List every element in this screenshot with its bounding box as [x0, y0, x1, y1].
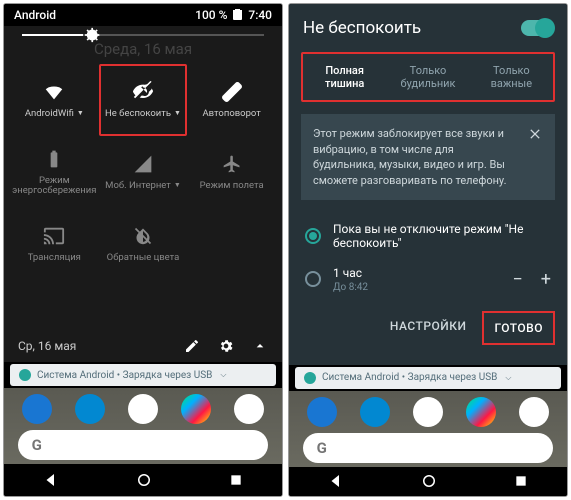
status-bar: Android 100 % 7:40 — [4, 4, 282, 26]
dnd-body: Полнаятишина Толькобудильник Тольковажны… — [289, 52, 567, 365]
tile-dnd[interactable]: Не беспокоить▼ — [99, 64, 188, 136]
chevron-down-icon: ▼ — [174, 182, 181, 190]
done-button[interactable]: ГОТОВО — [482, 311, 555, 345]
airplane-icon — [221, 153, 243, 175]
status-right: 100 % 7:40 — [195, 8, 272, 22]
tile-invert-colors[interactable]: Обратные цвета — [99, 208, 188, 280]
app-play[interactable] — [181, 394, 211, 424]
qs-tiles: AndroidWifi▼ Не беспокоить▼ Автоповорот … — [4, 64, 282, 280]
nav-recent[interactable] — [513, 473, 529, 489]
app-messages[interactable] — [360, 397, 390, 427]
option-one-hour[interactable]: 1 час До 8:42 − + — [301, 258, 555, 301]
quick-settings-panel: Среда, 16 мая AndroidWifi▼ Не беспокоить… — [4, 26, 282, 362]
chevron-down-icon: ▼ — [174, 110, 181, 118]
close-icon[interactable] — [527, 126, 543, 188]
chevron-down-icon: ⌵ — [220, 370, 226, 380]
app-chrome[interactable] — [234, 394, 264, 424]
dnd-header: Не беспокоить — [289, 4, 567, 52]
rotate-icon — [221, 81, 243, 103]
tab-alarms-only[interactable]: Толькобудильник — [386, 54, 469, 100]
qs-footer: Ср, 16 мая — [4, 330, 282, 362]
app-phone[interactable] — [22, 394, 52, 424]
invert-icon — [132, 225, 154, 247]
notification-usb[interactable]: Система Android • Зарядка через USB ⌵ — [295, 367, 561, 389]
gear-icon[interactable] — [218, 338, 234, 354]
dnd-title: Не беспокоить — [303, 18, 521, 38]
app-gmail[interactable] — [413, 397, 443, 427]
nav-back[interactable] — [42, 471, 60, 489]
android-system-icon — [19, 369, 31, 381]
dnd-info-box: Этот режим заблокирует все звуки и вибра… — [301, 114, 555, 200]
brightness-thumb-icon[interactable] — [83, 25, 103, 45]
tile-wifi[interactable]: AndroidWifi▼ — [10, 64, 99, 136]
chevron-down-icon: ▼ — [77, 110, 84, 118]
nav-back[interactable] — [327, 472, 345, 490]
dnd-toggle-switch[interactable] — [521, 20, 553, 36]
nav-recent[interactable] — [228, 472, 244, 488]
chevron-up-icon[interactable] — [252, 338, 268, 354]
svg-text:G: G — [32, 436, 42, 454]
app-play[interactable] — [466, 397, 496, 427]
nav-home[interactable] — [420, 472, 438, 490]
notification-usb[interactable]: Система Android • Зарядка через USB ⌵ — [10, 364, 276, 386]
wifi-icon — [43, 81, 65, 103]
option-until-off[interactable]: Пока вы не отключите режим "Не беспокоит… — [301, 214, 555, 258]
data-icon — [132, 153, 154, 175]
android-system-icon — [304, 372, 316, 384]
phone-right: Не беспокоить Полнаятишина Толькобудильн… — [288, 3, 568, 497]
cast-icon — [43, 225, 65, 247]
plus-button[interactable]: + — [541, 269, 551, 290]
tab-total-silence[interactable]: Полнаятишина — [303, 54, 386, 100]
minus-button[interactable]: − — [512, 269, 522, 290]
search-bar[interactable]: G — [18, 430, 268, 460]
app-phone[interactable] — [307, 397, 337, 427]
brightness-slider[interactable] — [4, 26, 282, 38]
tile-airplane[interactable]: Режим полета — [187, 136, 276, 208]
footer-date: Ср, 16 мая — [18, 339, 184, 353]
svg-text:G: G — [317, 439, 327, 457]
tile-autorotate[interactable]: Автоповорот — [187, 64, 276, 136]
tile-battery-saver[interactable]: Режим энергосбережения — [10, 136, 99, 208]
tile-mobile-data[interactable]: Моб. Интернет▼ — [99, 136, 188, 208]
nav-home[interactable] — [135, 471, 153, 489]
app-chrome[interactable] — [519, 397, 549, 427]
status-label: Android — [14, 8, 56, 22]
google-g-icon: G — [315, 438, 335, 458]
battery-icon — [43, 148, 65, 170]
radio-checked-icon — [305, 228, 321, 244]
radio-unchecked-icon — [305, 271, 321, 287]
dock: G — [289, 391, 567, 467]
edit-icon[interactable] — [184, 338, 200, 354]
nav-bar — [4, 464, 282, 496]
app-messages[interactable] — [75, 394, 105, 424]
google-g-icon: G — [30, 435, 50, 455]
dnd-icon — [132, 81, 154, 103]
phone-left: Android 100 % 7:40 Среда, 16 мая Android… — [3, 3, 283, 497]
nav-bar — [289, 467, 567, 496]
tile-cast[interactable]: Трансляция — [10, 208, 99, 280]
chevron-down-icon: ⌵ — [505, 373, 511, 383]
tab-priority-only[interactable]: Тольковажные — [470, 54, 553, 100]
search-bar[interactable]: G — [303, 433, 553, 463]
panel-date-bg: Среда, 16 мая — [4, 38, 282, 64]
settings-button[interactable]: НАСТРОЙКИ — [380, 311, 477, 345]
dnd-tabs: Полнаятишина Толькобудильник Тольковажны… — [301, 52, 555, 102]
dock: G — [4, 388, 282, 464]
app-gmail[interactable] — [128, 394, 158, 424]
